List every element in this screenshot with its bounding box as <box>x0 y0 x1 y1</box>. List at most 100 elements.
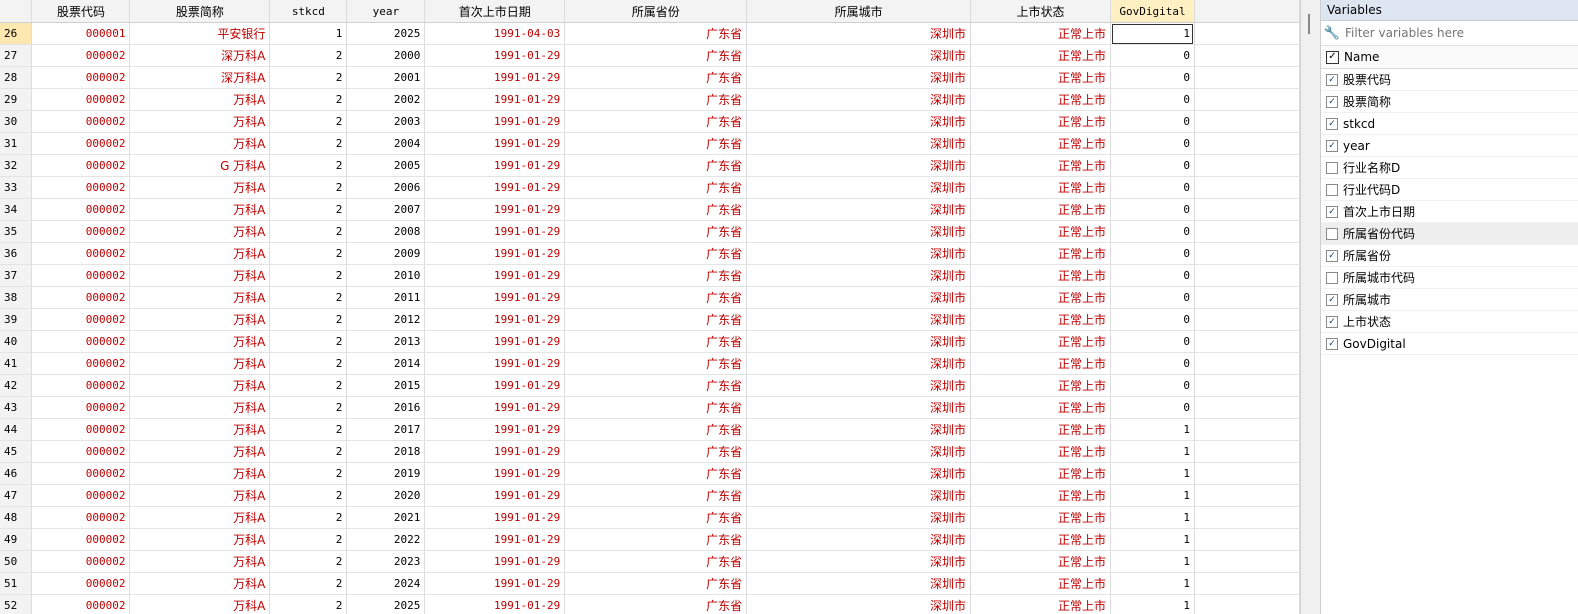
cell-stock-name[interactable]: 万科A <box>129 528 271 551</box>
cell-year[interactable]: 2025 <box>346 594 426 614</box>
cell-city[interactable]: 深圳市 <box>746 572 972 595</box>
cell-stkcd[interactable]: 2 <box>269 440 348 463</box>
cell-stkcd[interactable]: 2 <box>269 154 348 177</box>
cell-province[interactable]: 广东省 <box>564 242 748 265</box>
row-number[interactable]: 52 <box>0 594 33 614</box>
variable-checkbox[interactable]: ✓ <box>1326 337 1338 350</box>
cell-listing-status[interactable]: 正常上市 <box>970 330 1111 353</box>
variable-item[interactable]: ✓ GovDigital <box>1321 333 1578 355</box>
column-header[interactable]: 首次上市日期 <box>424 0 566 23</box>
cell-province[interactable]: 广东省 <box>564 528 748 551</box>
row-number[interactable]: 26 <box>0 22 33 45</box>
cell-province[interactable]: 广东省 <box>564 110 748 133</box>
variable-item[interactable]: 所属省份代码 <box>1321 223 1578 245</box>
cell-govdigital[interactable]: 0 <box>1110 198 1195 221</box>
row-number[interactable]: 48 <box>0 506 33 529</box>
cell-listing-status[interactable]: 正常上市 <box>970 198 1111 221</box>
cell-province[interactable]: 广东省 <box>564 44 748 67</box>
cell-stkcd[interactable]: 2 <box>269 506 348 529</box>
table-row[interactable]: 41 000002 万科A 2 2014 1991-01-29 广东省 深圳市 正常上市 0 <box>0 352 1300 375</box>
cell-stkcd[interactable]: 2 <box>269 110 348 133</box>
cell-listing-status[interactable]: 正常上市 <box>970 286 1111 309</box>
variable-item[interactable]: ✓ 所属城市 <box>1321 289 1578 311</box>
table-row[interactable]: 40 000002 万科A 2 2013 1991-01-29 广东省 深圳市 正常上市 0 <box>0 330 1300 353</box>
cell-city[interactable]: 深圳市 <box>746 286 972 309</box>
name-column-header[interactable]: ✓ Name <box>1321 46 1578 69</box>
cell-stock-name[interactable]: 万科A <box>129 308 271 331</box>
cell-year[interactable]: 2005 <box>346 154 426 177</box>
variable-checkbox[interactable]: ✓ <box>1326 293 1338 306</box>
cell-listing-status[interactable]: 正常上市 <box>970 264 1111 287</box>
cell-listing-status[interactable]: 正常上市 <box>970 418 1111 441</box>
cell-govdigital[interactable]: 0 <box>1110 352 1195 375</box>
cell-year[interactable]: 2011 <box>346 286 426 309</box>
cell-stock-name[interactable]: 万科A <box>129 88 271 111</box>
cell-govdigital[interactable]: 0 <box>1110 132 1195 155</box>
cell-govdigital[interactable]: 0 <box>1110 330 1195 353</box>
cell-listing-date[interactable]: 1991-01-29 <box>424 550 566 573</box>
cell-province[interactable]: 广东省 <box>564 132 748 155</box>
cell-stkcd[interactable]: 2 <box>269 44 348 67</box>
cell-govdigital[interactable]: 1 <box>1110 506 1195 529</box>
cell-govdigital[interactable]: 0 <box>1110 176 1195 199</box>
cell-city[interactable]: 深圳市 <box>746 594 972 614</box>
cell-listing-status[interactable]: 正常上市 <box>970 220 1111 243</box>
cell-year[interactable]: 2022 <box>346 528 426 551</box>
cell-stock-name[interactable]: 万科A <box>129 132 271 155</box>
cell-listing-date[interactable]: 1991-01-29 <box>424 594 566 614</box>
cell-stkcd[interactable]: 2 <box>269 374 348 397</box>
cell-listing-date[interactable]: 1991-01-29 <box>424 220 566 243</box>
cell-stkcd[interactable]: 2 <box>269 396 348 419</box>
cell-govdigital[interactable]: 0 <box>1110 308 1195 331</box>
cell-stock-code[interactable]: 000002 <box>31 484 131 507</box>
cell-govdigital[interactable]: 0 <box>1110 154 1195 177</box>
cell-year[interactable]: 2009 <box>346 242 426 265</box>
cell-stkcd[interactable]: 1 <box>269 22 348 45</box>
cell-stock-code[interactable]: 000002 <box>31 374 131 397</box>
variable-checkbox[interactable]: ✓ <box>1326 73 1338 86</box>
cell-govdigital[interactable]: 0 <box>1110 242 1195 265</box>
cell-province[interactable]: 广东省 <box>564 198 748 221</box>
row-number[interactable]: 42 <box>0 374 33 397</box>
table-row[interactable]: 27 000002 深万科A 2 2000 1991-01-29 广东省 深圳市 正常上市 0 <box>0 44 1300 67</box>
row-number[interactable]: 33 <box>0 176 33 199</box>
cell-year[interactable]: 2025 <box>346 22 426 45</box>
row-number[interactable]: 28 <box>0 66 33 89</box>
row-number[interactable]: 38 <box>0 286 33 309</box>
cell-govdigital[interactable]: 0 <box>1110 88 1195 111</box>
cell-city[interactable]: 深圳市 <box>746 528 972 551</box>
cell-year[interactable]: 2008 <box>346 220 426 243</box>
cell-listing-status[interactable]: 正常上市 <box>970 154 1111 177</box>
panel-splitter[interactable] <box>1300 0 1321 614</box>
cell-listing-date[interactable]: 1991-01-29 <box>424 396 566 419</box>
cell-listing-date[interactable]: 1991-01-29 <box>424 264 566 287</box>
cell-province[interactable]: 广东省 <box>564 462 748 485</box>
cell-stock-name[interactable]: 万科A <box>129 550 271 573</box>
cell-stock-name[interactable]: G 万科A <box>129 154 271 177</box>
table-row[interactable]: 45 000002 万科A 2 2018 1991-01-29 广东省 深圳市 正常上市 1 <box>0 440 1300 463</box>
variable-item[interactable]: ✓ stkcd <box>1321 113 1578 135</box>
cell-stock-code[interactable]: 000002 <box>31 198 131 221</box>
cell-stkcd[interactable]: 2 <box>269 66 348 89</box>
cell-province[interactable]: 广东省 <box>564 550 748 573</box>
row-number[interactable]: 35 <box>0 220 33 243</box>
cell-city[interactable]: 深圳市 <box>746 352 972 375</box>
cell-year[interactable]: 2010 <box>346 264 426 287</box>
cell-stkcd[interactable]: 2 <box>269 330 348 353</box>
cell-listing-status[interactable]: 正常上市 <box>970 66 1111 89</box>
cell-listing-status[interactable]: 正常上市 <box>970 352 1111 375</box>
cell-province[interactable]: 广东省 <box>564 220 748 243</box>
table-row[interactable]: 29 000002 万科A 2 2002 1991-01-29 广东省 深圳市 正常上市 0 <box>0 88 1300 111</box>
cell-stock-name[interactable]: 深万科A <box>129 66 271 89</box>
cell-year[interactable]: 2000 <box>346 44 426 67</box>
cell-listing-date[interactable]: 1991-01-29 <box>424 506 566 529</box>
cell-year[interactable]: 2024 <box>346 572 426 595</box>
cell-year[interactable]: 2001 <box>346 66 426 89</box>
cell-stock-name[interactable]: 平安银行 <box>129 22 271 45</box>
cell-stock-code[interactable]: 000002 <box>31 396 131 419</box>
cell-govdigital[interactable]: 0 <box>1110 286 1195 309</box>
variable-checkbox[interactable]: ✓ <box>1326 205 1338 218</box>
cell-city[interactable]: 深圳市 <box>746 396 972 419</box>
cell-listing-status[interactable]: 正常上市 <box>970 88 1111 111</box>
cell-govdigital[interactable]: 1 <box>1110 440 1195 463</box>
